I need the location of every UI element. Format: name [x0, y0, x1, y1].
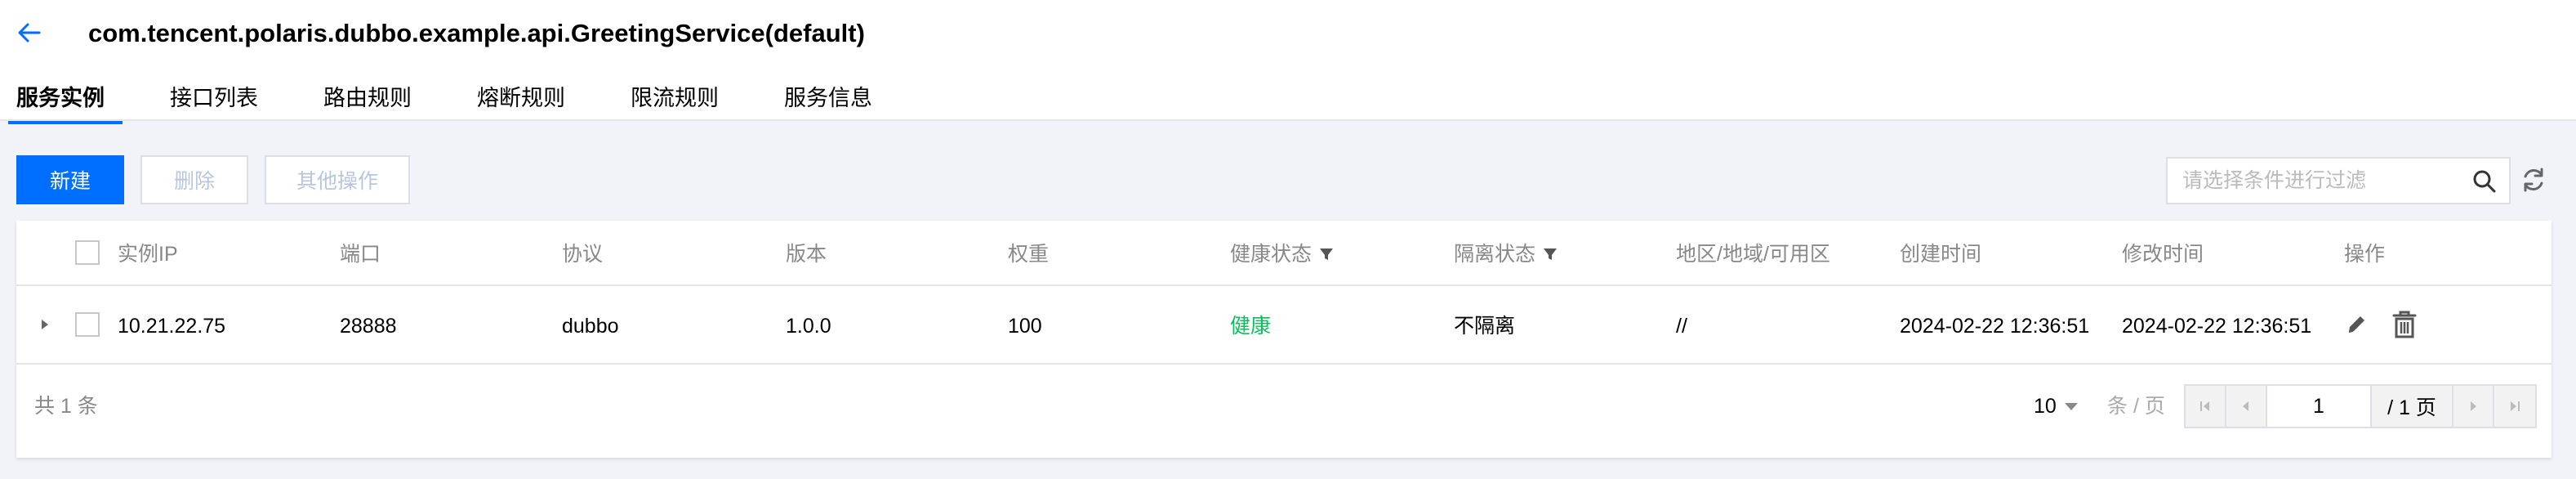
cell-isolate-status: 不隔离 — [1454, 315, 1516, 338]
page-header: com.tencent.polaris.dubbo.example.api.Gr… — [0, 0, 2576, 124]
page-size-value: 10 — [2034, 395, 2057, 418]
cell-modified-time: 2024-02-22 12:36:51 — [2122, 315, 2312, 338]
filter-icon[interactable] — [1542, 246, 1558, 262]
tab-rate-limit-rules[interactable]: 限流规则 — [631, 78, 719, 121]
cell-weight: 100 — [1008, 315, 1042, 338]
more-actions-button[interactable]: 其他操作 — [265, 155, 410, 204]
tab-interface-list[interactable]: 接口列表 — [170, 78, 258, 121]
cell-port: 28888 — [340, 315, 397, 338]
cell-created-time: 2024-02-22 12:36:51 — [1900, 315, 2090, 338]
cell-health-status: 健康 — [1230, 315, 1272, 338]
table-footer: 共 1 条 10 条 / 页 / 1 页 — [16, 365, 2551, 446]
page-title: com.tencent.polaris.dubbo.example.api.Gr… — [88, 19, 865, 47]
instance-table-panel: 实例IP 端口 协议 版本 权重 健康状态 隔离状态 地区/地域/可用区 创建时… — [16, 221, 2551, 458]
first-page-icon — [2200, 401, 2209, 411]
delete-button[interactable]: 删除 — [140, 155, 248, 204]
page-number-input[interactable] — [2267, 386, 2372, 427]
arrow-left-icon[interactable] — [15, 18, 44, 47]
trash-icon[interactable] — [2390, 309, 2419, 340]
column-header-isolate-label: 隔离状态 — [1454, 243, 1536, 266]
column-header-protocol: 协议 — [562, 243, 604, 266]
last-page-button[interactable] — [2494, 386, 2535, 427]
filter-icon[interactable] — [1318, 246, 1335, 262]
column-header-version: 版本 — [786, 243, 827, 266]
expand-caret-icon[interactable] — [38, 317, 52, 332]
tab-service-instances[interactable]: 服务实例 — [8, 78, 123, 124]
prev-page-icon — [2243, 401, 2248, 411]
table-header: 实例IP 端口 协议 版本 权重 健康状态 隔离状态 地区/地域/可用区 创建时… — [16, 221, 2551, 286]
tab-bar: 服务实例 接口列表 路由规则 熔断规则 限流规则 服务信息 — [8, 78, 938, 124]
column-header-created: 创建时间 — [1900, 243, 1982, 266]
last-page-icon — [2511, 401, 2520, 411]
select-all-checkbox[interactable] — [75, 240, 100, 265]
search-icon[interactable] — [2471, 168, 2498, 195]
column-header-port: 端口 — [340, 243, 381, 266]
table-row: 10.21.22.75 28888 dubbo 1.0.0 100 健康 不隔离… — [16, 286, 2551, 365]
filter-search-input[interactable] — [2168, 168, 2445, 193]
next-page-icon — [2471, 401, 2476, 411]
column-header-health: 健康状态 — [1230, 240, 1335, 268]
total-pages: / 1 页 — [2372, 386, 2453, 427]
edit-pencil-icon[interactable] — [2342, 311, 2370, 338]
cell-protocol: dubbo — [562, 315, 619, 338]
column-header-weight: 权重 — [1008, 243, 1050, 266]
tab-service-info[interactable]: 服务信息 — [784, 78, 872, 121]
prev-page-button[interactable] — [2226, 386, 2267, 427]
column-header-health-label: 健康状态 — [1230, 243, 1313, 266]
column-header-ip: 实例IP — [118, 243, 178, 266]
row-checkbox[interactable] — [75, 312, 100, 337]
per-page-label: 条 / 页 — [2107, 395, 2165, 418]
page-size-select[interactable]: 10 — [2034, 392, 2078, 420]
column-header-isolate: 隔离状态 — [1454, 240, 1558, 268]
column-header-location: 地区/地域/可用区 — [1676, 243, 1830, 266]
filter-search-box — [2166, 157, 2511, 204]
refresh-icon[interactable] — [2519, 165, 2548, 195]
next-page-button[interactable] — [2453, 386, 2494, 427]
cell-location: // — [1676, 315, 1687, 338]
column-header-modified: 修改时间 — [2122, 243, 2204, 266]
tab-circuit-breaker-rules[interactable]: 熔断规则 — [477, 78, 565, 121]
first-page-button[interactable] — [2186, 386, 2226, 427]
total-count: 共 1 条 — [34, 395, 98, 418]
cell-version: 1.0.0 — [786, 315, 831, 338]
tab-routing-rules[interactable]: 路由规则 — [323, 78, 412, 121]
pagination: / 1 页 — [2184, 384, 2537, 428]
chevron-down-icon — [2064, 402, 2078, 410]
column-header-actions: 操作 — [2344, 243, 2386, 266]
cell-ip: 10.21.22.75 — [118, 315, 226, 338]
new-button[interactable]: 新建 — [16, 155, 124, 204]
